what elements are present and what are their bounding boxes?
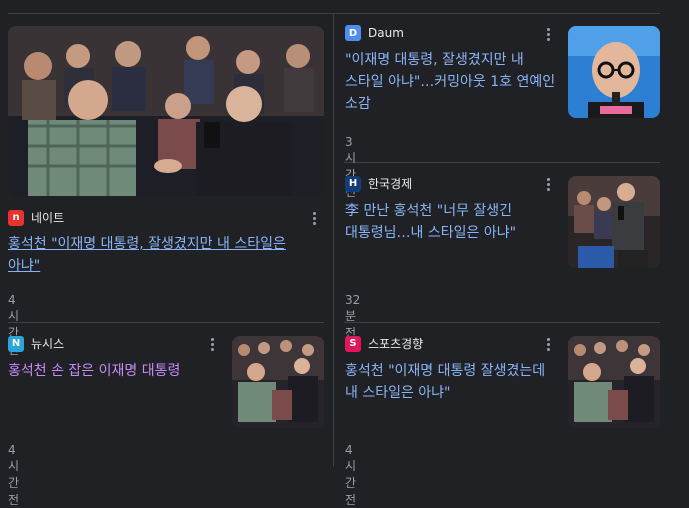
nate-logo-icon: n [8, 209, 24, 226]
source-name: Daum [368, 26, 404, 40]
newsis-logo-icon: N [8, 335, 24, 352]
source-row: n 네이트 [8, 209, 64, 226]
source-row: S 스포츠경향 [345, 335, 423, 352]
more-options-icon[interactable] [542, 176, 554, 192]
source-name: 스포츠경향 [368, 337, 424, 351]
row-divider-left [8, 322, 324, 323]
timestamp: 4시간 전 [8, 443, 20, 507]
more-options-icon[interactable] [308, 210, 320, 226]
row-divider-right-2 [344, 322, 660, 323]
hankyung-logo-icon: H [345, 175, 361, 192]
news-thumbnail[interactable] [568, 176, 660, 268]
headline-link[interactable]: 홍석천 "이재명 대통령 잘생겼는데 내 스타일은 아냐" [345, 360, 557, 404]
daum-logo-icon: D [345, 25, 361, 41]
headline-link[interactable]: "이재명 대통령, 잘생겼지만 내 스타일 아냐"…커밍아웃 1호 연예인 소감 [345, 49, 557, 115]
sportskh-logo-icon: S [345, 335, 361, 352]
news-thumbnail[interactable] [232, 336, 324, 428]
news-thumbnail[interactable] [568, 336, 660, 428]
source-name: 뉴시스 [31, 337, 65, 351]
news-thumbnail-large[interactable] [8, 26, 324, 196]
headline-link[interactable]: 홍석천 "이재명 대통령, 잘생겼지만 내 스타일은 아냐" [8, 233, 318, 277]
source-row: N 뉴시스 [8, 335, 64, 352]
top-divider [8, 13, 660, 14]
source-row: D Daum [345, 25, 404, 41]
source-name: 네이트 [31, 211, 65, 225]
news-thumbnail[interactable] [568, 26, 660, 118]
headline-link[interactable]: 홍석천 손 잡은 이재명 대통령 [8, 360, 222, 382]
more-options-icon[interactable] [206, 336, 218, 352]
timestamp: 32분 전 [345, 293, 361, 340]
source-row: H 한국경제 [345, 175, 412, 192]
timestamp: 4시간 전 [345, 443, 357, 507]
more-options-icon[interactable] [542, 26, 554, 42]
more-options-icon[interactable] [542, 336, 554, 352]
headline-link[interactable]: 李 만난 홍석천 "너무 잘생긴 대통령님…내 스타일은 아냐" [345, 200, 557, 244]
column-divider [333, 14, 334, 467]
row-divider-right-1 [344, 162, 660, 163]
source-name: 한국경제 [368, 177, 413, 191]
